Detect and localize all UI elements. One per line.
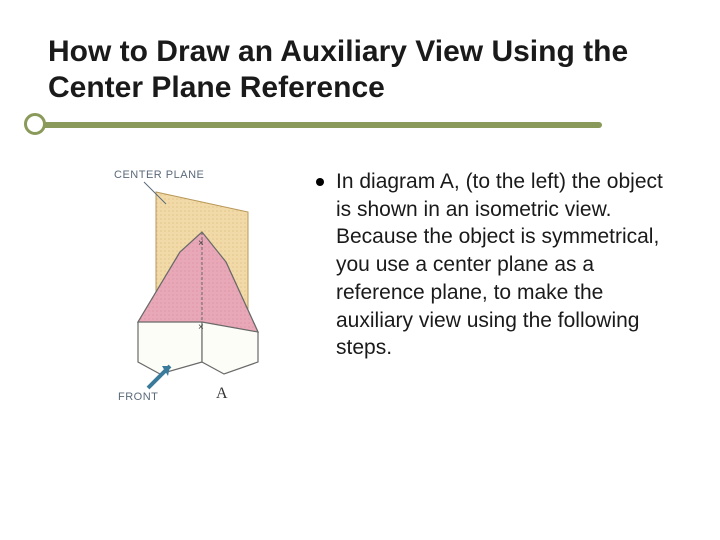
bullet-text: In diagram A, (to the left) the object i… [336, 168, 672, 362]
mark-x-bottom: × [198, 322, 204, 333]
slide: How to Draw an Auxiliary View Using the … [0, 0, 720, 540]
label-front: FRONT [118, 391, 158, 402]
bullet-list: In diagram A, (to the left) the object i… [316, 162, 672, 362]
figure-label: A [216, 385, 228, 402]
bullet-icon [316, 178, 324, 186]
content-row: × × CENTER PLANE FRONT A In diagram A, (… [48, 162, 672, 402]
label-center-plane: CENTER PLANE [114, 169, 204, 181]
title-underline [48, 116, 672, 138]
underline-bar [38, 122, 602, 128]
list-item: In diagram A, (to the left) the object i… [316, 168, 672, 362]
diagram-a: × × CENTER PLANE FRONT A [108, 162, 288, 402]
page-title: How to Draw an Auxiliary View Using the … [48, 34, 672, 106]
diagram-svg: × × CENTER PLANE FRONT A [108, 162, 288, 402]
underline-ball [24, 113, 46, 135]
mark-x-top: × [198, 238, 204, 249]
